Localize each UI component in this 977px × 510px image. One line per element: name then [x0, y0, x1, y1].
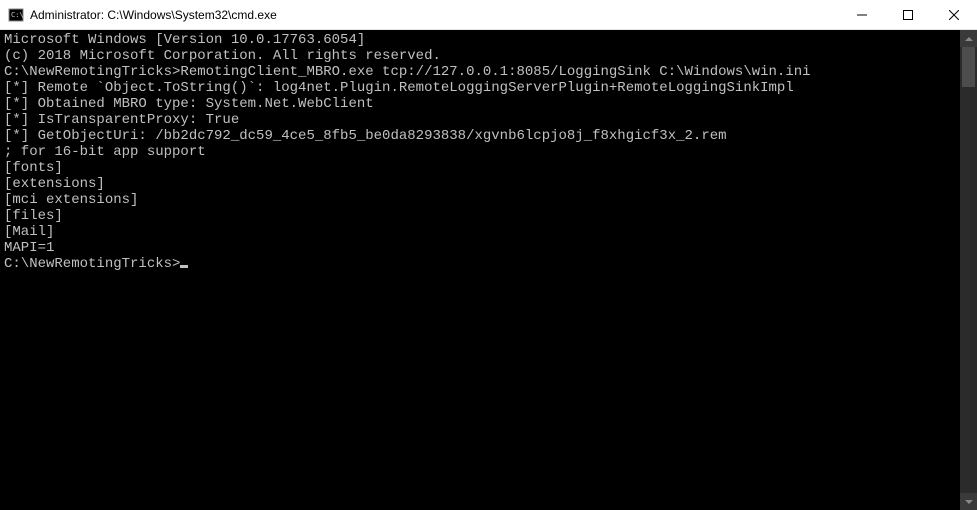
window-controls [839, 0, 977, 29]
chevron-up-icon [965, 37, 973, 41]
terminal-area: Microsoft Windows [Version 10.0.17763.60… [0, 30, 977, 510]
terminal-line: [Mail] [4, 224, 956, 240]
terminal-line: [mci extensions] [4, 192, 956, 208]
terminal-line: [files] [4, 208, 956, 224]
titlebar-left: C:\ Administrator: C:\Windows\System32\c… [0, 7, 277, 23]
scroll-down-button[interactable] [960, 493, 977, 510]
terminal-line: [*] GetObjectUri: /bb2dc792_dc59_4ce5_8f… [4, 128, 956, 144]
terminal-line: ; for 16-bit app support [4, 144, 956, 160]
terminal-line: [fonts] [4, 160, 956, 176]
maximize-button[interactable] [885, 0, 931, 29]
text-cursor [180, 265, 188, 268]
cmd-window: C:\ Administrator: C:\Windows\System32\c… [0, 0, 977, 510]
svg-text:C:\: C:\ [11, 11, 24, 19]
window-title: Administrator: C:\Windows\System32\cmd.e… [30, 8, 277, 22]
terminal-line: C:\NewRemotingTricks>RemotingClient_MBRO… [4, 64, 956, 80]
terminal-line: [extensions] [4, 176, 956, 192]
scroll-up-button[interactable] [960, 30, 977, 47]
terminal-line: [*] IsTransparentProxy: True [4, 112, 956, 128]
cmd-icon: C:\ [8, 7, 24, 23]
terminal-output[interactable]: Microsoft Windows [Version 10.0.17763.60… [0, 30, 960, 510]
terminal-line: MAPI=1 [4, 240, 956, 256]
scroll-thumb[interactable] [962, 47, 975, 87]
terminal-line: [*] Obtained MBRO type: System.Net.WebCl… [4, 96, 956, 112]
terminal-line: C:\NewRemotingTricks> [4, 256, 956, 272]
minimize-button[interactable] [839, 0, 885, 29]
terminal-line: (c) 2018 Microsoft Corporation. All righ… [4, 48, 956, 64]
close-button[interactable] [931, 0, 977, 29]
terminal-line: Microsoft Windows [Version 10.0.17763.60… [4, 32, 956, 48]
chevron-down-icon [965, 500, 973, 504]
terminal-line: [*] Remote `Object.ToString()`: log4net.… [4, 80, 956, 96]
titlebar[interactable]: C:\ Administrator: C:\Windows\System32\c… [0, 0, 977, 30]
vertical-scrollbar[interactable] [960, 30, 977, 510]
